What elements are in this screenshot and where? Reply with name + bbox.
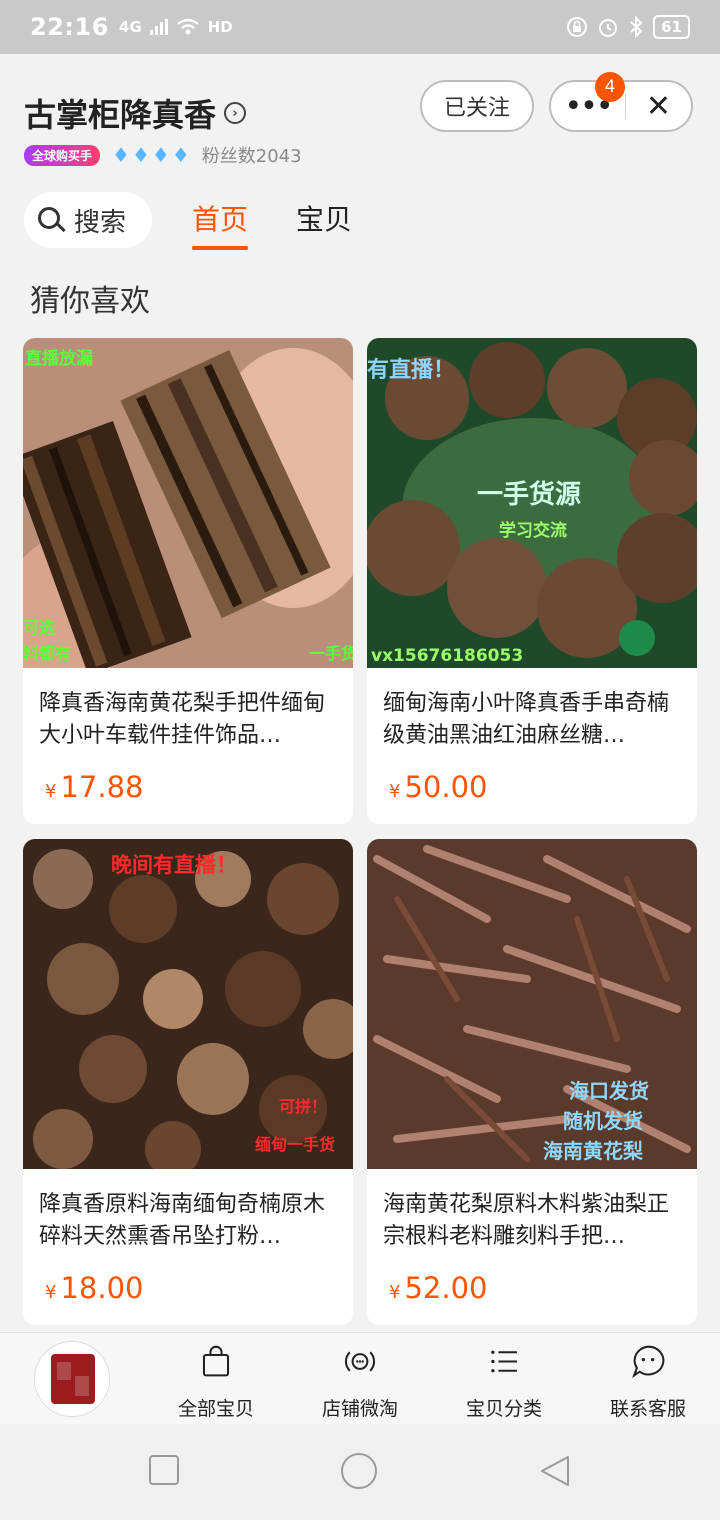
nav-label: 宝贝分类 <box>465 1398 542 1420</box>
fans-count: 粉丝数2043 <box>201 146 302 167</box>
recent-apps-button[interactable] <box>148 1454 180 1486</box>
product-card[interactable]: 晚间有直播！ 可拼！ 缅甸一手货 降真香原料海南缅甸奇楠原木碎料天然熏香吊坠打粉… <box>23 839 353 1325</box>
home-button[interactable] <box>340 1452 378 1490</box>
product-image <box>367 839 697 1169</box>
price-value: 52.00 <box>404 1271 488 1305</box>
product-price: ¥ 50.00 <box>389 770 487 804</box>
image-overlay-text: 海口发货 <box>569 1079 649 1103</box>
status-bar: 22:16 4G HD 61 <box>0 0 720 54</box>
search-label: 搜索 <box>74 207 127 238</box>
product-card[interactable]: 有直播！ 一手货源 学习交流 vx15676186053 缅甸海南小叶降真香手串… <box>367 338 697 824</box>
currency-symbol: ¥ <box>389 781 401 802</box>
diamond-icon: ♦ <box>171 143 190 167</box>
image-overlay-text: 有直播！ <box>367 358 456 383</box>
product-image <box>23 338 353 668</box>
product-card[interactable]: 海口发货 随机发货 海南黄花梨 海南黄花梨原料木料紫油梨正宗根料老料雕刻料手把…… <box>367 839 697 1325</box>
price-value: 17.88 <box>60 770 144 804</box>
diamond-icon: ♦ <box>131 143 150 167</box>
follow-button[interactable]: 已关注 <box>420 80 534 132</box>
wifi-icon <box>176 18 199 35</box>
chevron-right-icon: › <box>224 102 247 124</box>
close-button[interactable]: ✕ <box>626 82 691 130</box>
image-overlay-text: 一手货 <box>309 644 353 663</box>
diamond-icon: ♦ <box>112 143 130 167</box>
image-overlay-text: 可拼！ <box>279 1097 328 1116</box>
battery-level: 61 <box>653 15 690 39</box>
back-button[interactable] <box>538 1454 572 1488</box>
image-overlay-text: 学习交流 <box>499 521 567 541</box>
status-time: 22:16 <box>30 13 109 41</box>
product-price: ¥ 18.00 <box>45 1271 143 1305</box>
product-card[interactable]: 直播放漏 可选 料都有 一手货 降真香海南黄花梨手把件缅甸大小叶车载件挂件饰品…… <box>23 338 353 824</box>
image-overlay-text: 海南黄花梨 <box>543 1139 643 1163</box>
currency-symbol: ¥ <box>45 1282 57 1303</box>
bluetooth-icon <box>630 16 643 38</box>
image-overlay-text: 缅甸一手货 <box>255 1135 336 1154</box>
system-nav-bar <box>0 1424 720 1520</box>
nav-customer-service[interactable]: 联系客服 <box>588 1341 708 1421</box>
image-overlay-text: 随机发货 <box>563 1109 643 1133</box>
nav-label: 店铺微淘 <box>321 1398 398 1420</box>
signal-icon <box>149 19 168 35</box>
signal-icons: 4G HD <box>119 18 233 36</box>
product-title: 海南黄花梨原料木料紫油梨正宗根料老料雕刻料手把… <box>383 1192 670 1249</box>
image-overlay-text: 可选 <box>23 618 56 637</box>
close-icon: ✕ <box>645 88 672 124</box>
shop-bottom-nav: 全部宝贝 店铺微淘 宝贝分类 联系客服 <box>0 1332 720 1424</box>
image-overlay-text: 晚间有直播！ <box>111 853 237 877</box>
image-overlay-text: vx15676186053 <box>371 646 524 666</box>
shop-header: 古掌柜降真香 › 全球购买手 ♦ ♦ ♦ ♦ 粉丝数2043 已关注 ••• ✕… <box>0 54 720 268</box>
image-overlay-text: 一手货源 <box>477 480 582 510</box>
chat-bubble-icon <box>632 1345 665 1378</box>
tab-items[interactable]: 宝贝 <box>296 198 352 238</box>
diamond-rating: ♦ ♦ ♦ ♦ <box>112 143 190 167</box>
status-right-icons: 61 <box>567 15 690 39</box>
nav-all-items[interactable]: 全部宝贝 <box>156 1341 276 1421</box>
shop-title[interactable]: 古掌柜降真香 › <box>24 90 247 136</box>
list-icon <box>491 1350 517 1373</box>
product-title: 缅甸海南小叶降真香手串奇楠级黄油黑油红油麻丝糖… <box>383 691 670 748</box>
search-icon <box>36 205 66 235</box>
price-value: 18.00 <box>60 1271 144 1305</box>
wifi-label: HD <box>207 18 233 36</box>
product-price: ¥ 52.00 <box>389 1271 487 1305</box>
shop-logo[interactable] <box>34 1341 110 1417</box>
shopping-bag-icon <box>202 1345 230 1377</box>
product-title: 降真香海南黄花梨手把件缅甸大小叶车载件挂件饰品… <box>39 691 326 748</box>
shop-name: 古掌柜降真香 <box>24 96 217 134</box>
tab-home[interactable]: 首页 <box>192 198 249 250</box>
notification-badge: 4 <box>595 72 625 102</box>
nav-label: 联系客服 <box>609 1398 686 1420</box>
currency-symbol: ¥ <box>389 1282 401 1303</box>
currency-symbol: ¥ <box>45 781 57 802</box>
product-title: 降真香原料海南缅甸奇楠原木碎料天然熏香吊坠打粉… <box>39 1192 326 1249</box>
shop-meta: 全球购买手 ♦ ♦ ♦ ♦ 粉丝数2043 <box>24 142 302 168</box>
image-overlay-text: 料都有 <box>23 644 72 663</box>
broadcast-icon <box>345 1351 375 1372</box>
search-button[interactable]: 搜索 <box>24 192 152 248</box>
shop-logo-image <box>35 1342 109 1416</box>
product-image <box>23 839 353 1169</box>
lock-icon <box>567 17 588 37</box>
nav-weitao[interactable]: 店铺微淘 <box>300 1341 420 1421</box>
diamond-icon: ♦ <box>151 143 170 167</box>
price-value: 50.00 <box>404 770 488 804</box>
nav-categories[interactable]: 宝贝分类 <box>444 1341 564 1421</box>
global-buyer-badge: 全球购买手 <box>24 144 101 166</box>
product-price: ¥ 17.88 <box>45 770 143 804</box>
image-overlay-text: 直播放漏 <box>25 349 93 369</box>
alarm-icon <box>599 19 618 37</box>
network-label: 4G <box>118 18 142 36</box>
nav-label: 全部宝贝 <box>177 1398 254 1420</box>
section-title: 猜你喜欢 <box>30 284 150 319</box>
